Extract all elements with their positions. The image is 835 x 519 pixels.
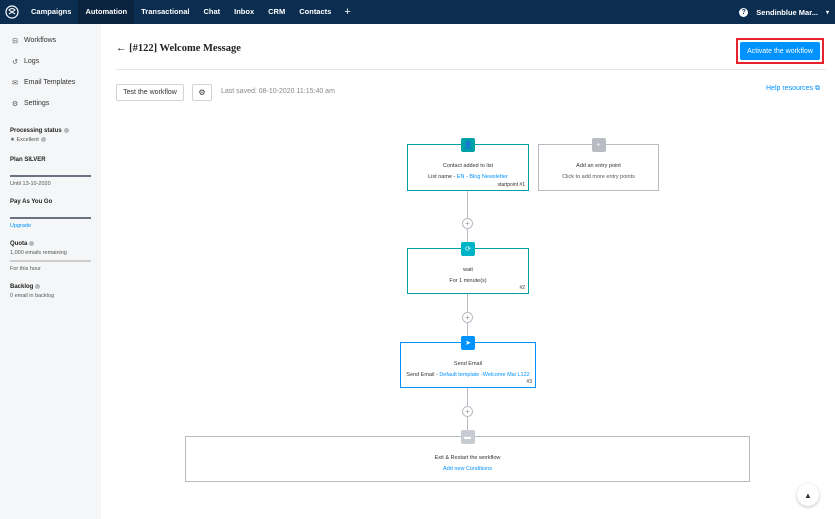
sidebar-item-label: Logs xyxy=(24,58,40,65)
help-resources-label: Help resources xyxy=(766,85,814,92)
logs-icon: ↺ xyxy=(12,58,18,66)
sidebar-item-label: Email Templates xyxy=(24,79,76,86)
header-divider xyxy=(116,69,826,70)
help-icon[interactable]: ? xyxy=(739,7,749,17)
add-entry-node[interactable]: + Add an entry point Click to add more e… xyxy=(538,138,659,191)
sidebar-item-settings[interactable]: ⚙ Settings xyxy=(0,93,101,114)
add-step-button[interactable]: + xyxy=(462,406,473,417)
processing-value: Excellent xyxy=(16,137,39,144)
activate-highlight: Activate the workflow xyxy=(736,38,824,64)
logo-icon xyxy=(5,5,19,19)
add-step-button[interactable]: + xyxy=(462,312,473,323)
nav-campaigns[interactable]: Campaigns xyxy=(24,0,78,24)
entry-sub: Click to add more entry points xyxy=(562,174,635,180)
help-resources-link[interactable]: Help resources ⧉ xyxy=(766,85,820,93)
chart-float-button[interactable]: ▲ xyxy=(797,484,819,506)
template-link[interactable]: Default template -Welcome Mai L122 xyxy=(439,372,529,378)
plan-title: Plan SILVER xyxy=(10,157,46,164)
plan-until: Until 13-10-2020 xyxy=(10,181,51,188)
start-line: List name - EN - Blog Newsletter xyxy=(408,174,528,180)
quota-title: Quota xyxy=(10,241,28,248)
nav-automation[interactable]: Automation xyxy=(78,0,135,24)
chevron-down-icon[interactable]: ▾ xyxy=(826,9,829,16)
exit-icon: ▬ xyxy=(460,430,475,444)
exit-node[interactable]: ▬ Exit & Restart the workflow Add new Co… xyxy=(185,430,750,482)
workflow-title: [#122] Welcome Message xyxy=(129,43,241,54)
send-line-prefix: Send Email - xyxy=(406,372,440,378)
info-icon xyxy=(63,128,69,133)
start-line-prefix: List name - xyxy=(428,174,457,180)
workflow-settings-button[interactable]: ⚙ xyxy=(192,84,212,101)
wait-node-num: #2 xyxy=(519,285,525,291)
workflows-icon: ⊟ xyxy=(12,37,18,45)
back-arrow-icon[interactable]: ← xyxy=(116,43,127,54)
sidebar-item-label: Workflows xyxy=(24,37,57,44)
upgrade-link[interactable]: Upgrade xyxy=(10,223,91,229)
processing-title: Processing status xyxy=(10,128,62,135)
sidebar-item-workflows[interactable]: ⊟ Workflows xyxy=(0,30,101,51)
add-step-button[interactable]: + xyxy=(462,218,473,229)
gear-icon: ⚙ xyxy=(198,88,206,97)
wait-sub: For 1 minute(s) xyxy=(449,278,487,284)
wait-icon: ⟳ xyxy=(461,242,475,256)
activate-workflow-button[interactable]: Activate the workflow xyxy=(740,42,820,60)
quota-bar xyxy=(10,260,91,263)
send-line: Send Email - Default template -Welcome M… xyxy=(401,372,535,378)
sidebar-item-logs[interactable]: ↺ Logs xyxy=(0,51,101,72)
info-icon xyxy=(40,137,46,143)
gear-icon: ⚙ xyxy=(11,100,19,108)
account-menu[interactable]: Sendinblue Mar... xyxy=(756,8,818,17)
nav-chat[interactable]: Chat xyxy=(196,0,227,24)
start-title: Contact added to list xyxy=(442,163,494,169)
page-title: ← [#122] Welcome Message xyxy=(116,43,241,54)
backlog-title: Backlog xyxy=(10,284,34,291)
quota-section: Quota 1,000 emails remaining For this ho… xyxy=(0,241,101,272)
list-name-link[interactable]: EN - Blog Newsletter xyxy=(457,174,508,180)
plan-bar xyxy=(10,175,91,178)
sidebar: ⊟ Workflows ↺ Logs ✉ Email Templates ⚙ S… xyxy=(0,24,101,519)
quota-note: For this hour xyxy=(10,266,41,273)
quota-value: 1,000 emails remaining xyxy=(10,250,67,257)
last-saved-text: Last saved: 08-10-2020 11:15:40 am xyxy=(221,88,335,95)
payg-bar xyxy=(10,217,91,220)
sidebar-item-email-templates[interactable]: ✉ Email Templates xyxy=(0,72,101,93)
add-conditions-link[interactable]: Add new Conditions xyxy=(186,466,749,472)
sendinblue-logo[interactable] xyxy=(0,0,24,24)
nav-contacts[interactable]: Contacts xyxy=(292,0,338,24)
send-email-node[interactable]: ➤ Send Email Send Email - Default templa… xyxy=(400,336,536,388)
send-node-num: #3 xyxy=(526,379,532,385)
wait-title: wait xyxy=(463,267,473,273)
info-icon xyxy=(35,284,41,290)
chart-icon: ▲ xyxy=(804,490,812,500)
plus-icon: + xyxy=(591,138,606,152)
payg-section: Pay As You Go Upgrade xyxy=(0,199,101,229)
start-node[interactable]: 👤 Contact added to list List name - EN -… xyxy=(407,138,529,191)
sidebar-item-label: Settings xyxy=(24,100,50,107)
nav-transactional[interactable]: Transactional xyxy=(134,0,196,24)
contact-icon: 👤 xyxy=(461,138,475,152)
start-node-num: startpoint #1 xyxy=(497,182,525,188)
nav-plus-icon[interactable]: + xyxy=(338,0,356,24)
info-icon xyxy=(29,241,35,247)
entry-title: Add an entry point xyxy=(576,163,621,169)
external-link-icon: ⧉ xyxy=(815,85,821,92)
backlog-section: Backlog 0 email in backlog xyxy=(0,284,101,299)
nav-inbox[interactable]: Inbox xyxy=(227,0,261,24)
star-icon: ★ xyxy=(10,137,15,144)
test-workflow-button[interactable]: Test the workflow xyxy=(116,84,184,101)
send-title: Send Email xyxy=(453,361,483,367)
processing-status: Processing status ★ Excellent xyxy=(0,128,101,143)
plan-section: Plan SILVER Until 13-10-2020 xyxy=(0,157,101,187)
send-icon: ➤ xyxy=(461,336,475,350)
payg-title: Pay As You Go xyxy=(10,199,53,206)
backlog-value: 0 email in backlog xyxy=(10,293,55,300)
wait-node[interactable]: ⟳ wait For 1 minute(s) #2 xyxy=(407,242,529,294)
top-nav: Campaigns Automation Transactional Chat … xyxy=(0,0,835,24)
email-icon: ✉ xyxy=(12,79,18,87)
exit-title: Exit & Restart the workflow xyxy=(434,455,501,461)
nav-crm[interactable]: CRM xyxy=(261,0,292,24)
